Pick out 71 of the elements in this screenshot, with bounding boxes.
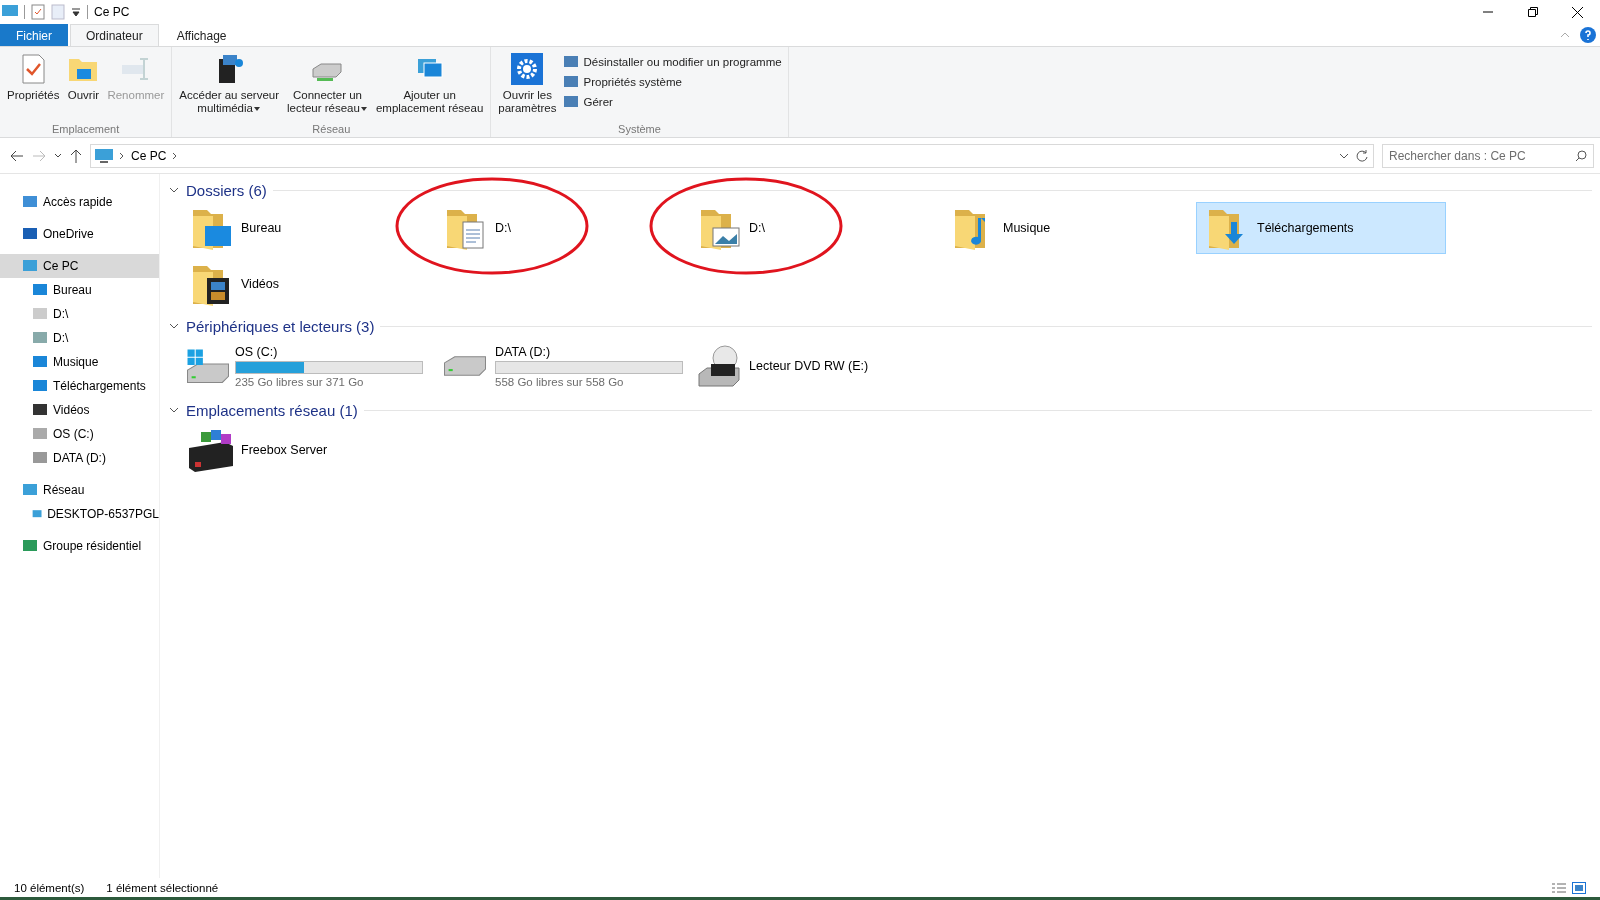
caret-icon (359, 106, 368, 112)
search-field[interactable]: Rechercher dans : Ce PC (1382, 143, 1594, 168)
sidebar-item[interactable]: Téléchargements (0, 374, 159, 398)
help-icon[interactable] (1580, 27, 1596, 43)
selection-count: 1 élément sélectionné (106, 881, 219, 894)
ribbon-button[interactable]: Ouvrir les paramètres (495, 51, 560, 123)
close-icon (1572, 6, 1583, 18)
ribbon-tab[interactable]: Fichier (0, 24, 68, 46)
sidebar-item[interactable]: D:\ (0, 326, 159, 350)
sidebar-item[interactable]: D:\ (0, 302, 159, 326)
section-header[interactable]: Emplacements réseau (1) (186, 401, 358, 419)
sidebar-item[interactable]: OS (C:) (0, 422, 159, 446)
breadcrumb[interactable]: Ce PC (131, 148, 167, 163)
ribbon-button[interactable]: Accéder au serveur multimédia (176, 51, 283, 123)
drive-tile[interactable]: OS (C:) 235 Go libres sur 371 Go (180, 338, 430, 394)
ribbon-button[interactable]: Gérer (561, 93, 784, 111)
address-field[interactable]: Ce PC (90, 143, 1374, 168)
computer-icon (22, 258, 38, 274)
window-title: Ce PC (94, 5, 130, 19)
ribbon-button[interactable]: Ouvrir (64, 51, 103, 123)
chevron-right-icon[interactable] (172, 151, 179, 160)
network-tile[interactable]: Freebox Server (180, 422, 430, 478)
sidebar-item[interactable]: Groupe résidentiel (0, 534, 159, 558)
folder-tile[interactable]: Vidéos (180, 258, 430, 310)
large-icons-view-icon[interactable] (1572, 881, 1586, 894)
sidebar-item[interactable]: DATA (D:) (0, 446, 159, 470)
folder-tile[interactable]: D:\ (434, 202, 684, 254)
folder-tile[interactable]: D:\ (688, 202, 938, 254)
ribbon-button[interactable]: Désinstaller ou modifier un programme (561, 53, 784, 71)
sidebar-item[interactable]: Bureau (0, 278, 159, 302)
dvd-drive-icon (695, 342, 743, 390)
ribbon-tab[interactable]: Ordinateur (70, 24, 159, 46)
ribbon-button[interactable]: Propriétés système (561, 73, 784, 91)
sidebar-item[interactable]: Ce PC (0, 254, 159, 278)
drive-tile[interactable]: Lecteur DVD RW (E:) (688, 338, 938, 394)
section-header[interactable]: Dossiers (6) (186, 181, 267, 199)
group-label: Emplacement (51, 123, 121, 135)
computer-icon[interactable] (2, 5, 18, 19)
sidebar-item[interactable]: Musique (0, 350, 159, 374)
ribbon-button[interactable]: Connecter un lecteur réseau (284, 51, 371, 123)
search-icon (1575, 149, 1587, 162)
sidebar-item[interactable]: Accès rapide (0, 190, 159, 214)
properties-icon[interactable] (31, 4, 45, 20)
section-header[interactable]: Périphériques et lecteurs (3) (186, 317, 375, 335)
sidebar-item[interactable]: Réseau (0, 478, 159, 502)
dropdown-icon[interactable] (1339, 152, 1349, 159)
caret-icon (252, 106, 261, 112)
ribbon-button[interactable]: Ajouter un emplacement réseau (372, 51, 487, 123)
desktop-icon (32, 282, 48, 298)
hard-drive-icon (444, 356, 486, 376)
sidebar-item[interactable]: OneDrive (0, 222, 159, 246)
sidebar-item[interactable]: Vidéos (0, 398, 159, 422)
settings-icon (511, 53, 544, 85)
computer-icon (95, 148, 113, 163)
back-button[interactable] (10, 149, 24, 162)
group-label: Réseau (311, 123, 352, 135)
drive-tile[interactable]: DATA (D:) 558 Go libres sur 558 Go (434, 338, 684, 394)
customize-dropdown-icon[interactable] (71, 7, 81, 17)
restore-icon (1527, 7, 1538, 17)
recent-locations-button[interactable] (54, 152, 62, 159)
folder-tile[interactable]: Musique (942, 202, 1192, 254)
hard-drive-icon (187, 349, 229, 383)
refresh-icon[interactable] (1355, 148, 1369, 163)
group-label: Système (617, 123, 662, 135)
up-button[interactable] (70, 148, 82, 163)
sidebar-item[interactable]: DESKTOP-6537PGL (0, 502, 159, 526)
chevron-right-icon[interactable] (119, 151, 125, 160)
folder-tile[interactable]: Téléchargements (1196, 202, 1446, 254)
item-count: 10 élément(s) (14, 881, 85, 894)
folder-tile[interactable]: Bureau (180, 202, 430, 254)
ribbon-button[interactable]: Propriétés (4, 51, 63, 123)
